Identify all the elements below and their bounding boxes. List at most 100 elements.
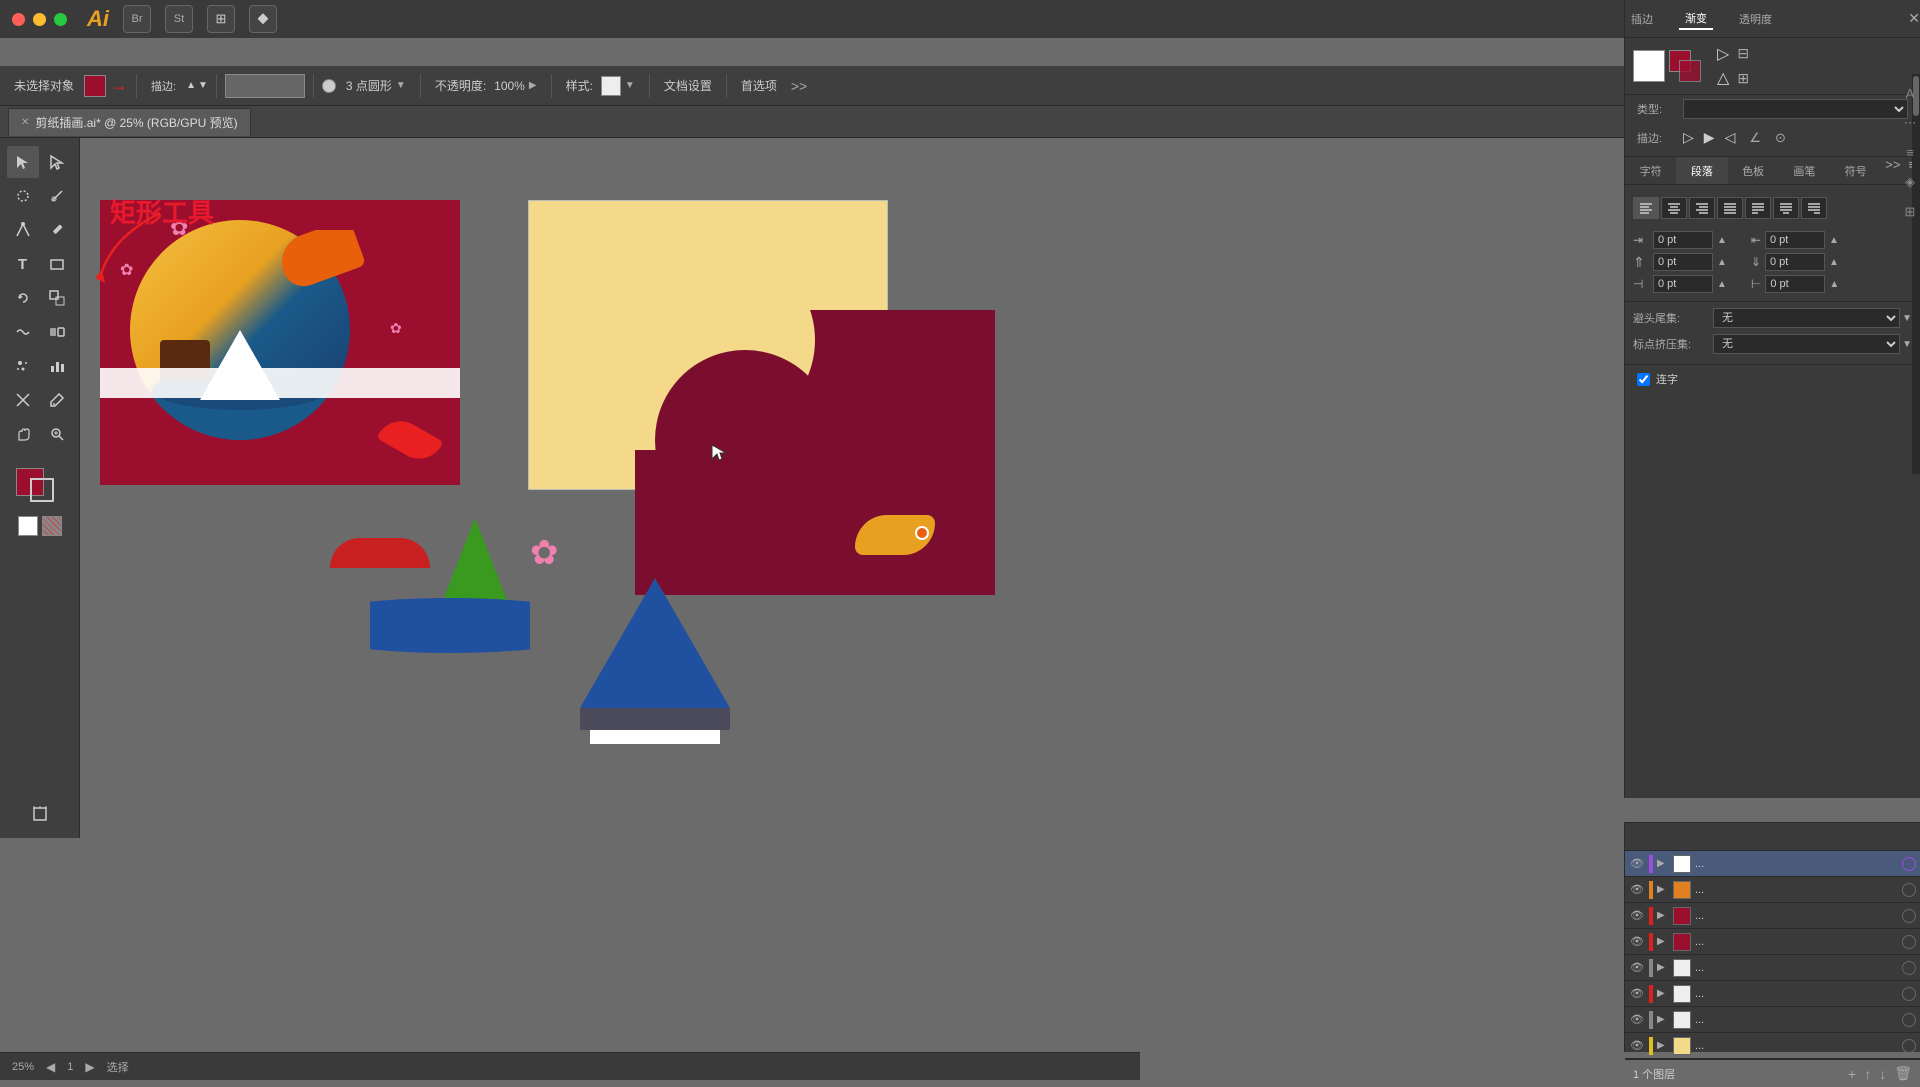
layers-new-layer-button[interactable]: +: [1848, 1066, 1856, 1082]
magic-wand-tool[interactable]: [41, 180, 73, 212]
layer-visibility-7[interactable]: 👁: [1629, 1013, 1645, 1026]
pen-tool[interactable]: [7, 214, 39, 246]
fill-color-swatch[interactable]: [84, 75, 106, 97]
layer-visibility-1[interactable]: 👁: [1629, 857, 1645, 870]
stroke-align-icon-2[interactable]: ▶: [1704, 129, 1715, 146]
layer-expand-5[interactable]: ▶: [1657, 962, 1669, 973]
right-indent-up2[interactable]: ▲: [1829, 279, 1839, 290]
layer-expand-2[interactable]: ▶: [1657, 884, 1669, 895]
white-color-swatch[interactable]: [1633, 50, 1665, 82]
right-indent-input2[interactable]: [1765, 275, 1825, 293]
layer-visibility-3[interactable]: 👁: [1629, 909, 1645, 922]
space-before-up[interactable]: ▲: [1717, 257, 1727, 268]
layer-expand-7[interactable]: ▶: [1657, 1014, 1669, 1025]
layer-target-4[interactable]: [1902, 935, 1916, 949]
layers-move-up-button[interactable]: ↑: [1864, 1066, 1871, 1082]
indent-left-input[interactable]: [1653, 231, 1713, 249]
tab-close-icon[interactable]: ✕: [21, 117, 29, 128]
symbol-sprayer-tool[interactable]: [7, 350, 39, 382]
align-justify[interactable]: [1717, 197, 1743, 219]
layers-delete-button[interactable]: 🗑: [1894, 1065, 1912, 1082]
maximize-button[interactable]: [54, 13, 67, 26]
panel-icon-2[interactable]: ⋯: [1904, 115, 1917, 131]
layer-row-7[interactable]: 👁 ▶ ...: [1625, 1007, 1920, 1033]
panel-icon-4[interactable]: ◈: [1905, 174, 1915, 190]
stroke-up-down[interactable]: ▲ ▼: [186, 80, 208, 91]
stock-icon[interactable]: St: [165, 5, 193, 33]
selection-tool[interactable]: [7, 146, 39, 178]
close-button[interactable]: [12, 13, 25, 26]
scale-tool[interactable]: [41, 282, 73, 314]
layers-move-down-button[interactable]: ↓: [1879, 1066, 1886, 1082]
pencil-tool[interactable]: [41, 214, 73, 246]
layer-row-2[interactable]: 👁 ▶ ...: [1625, 877, 1920, 903]
layer-row-6[interactable]: 👁 ▶ ...: [1625, 981, 1920, 1007]
align-right[interactable]: [1689, 197, 1715, 219]
layer-expand-3[interactable]: ▶: [1657, 910, 1669, 921]
layer-visibility-8[interactable]: 👁: [1629, 1039, 1645, 1052]
layer-row-4[interactable]: 👁 ▶ ...: [1625, 929, 1920, 955]
indent-right-input[interactable]: [1765, 231, 1825, 249]
layer-target-6[interactable]: [1902, 987, 1916, 1001]
fill-stroke-arrow[interactable]: →: [110, 75, 128, 96]
layer-row-8[interactable]: 👁 ▶ ...: [1625, 1033, 1920, 1059]
space-after-up[interactable]: ▲: [1829, 257, 1839, 268]
warp-tool[interactable]: [7, 316, 39, 348]
column-graph-tool[interactable]: [41, 350, 73, 382]
blend-tool[interactable]: [41, 316, 73, 348]
layer-row-1[interactable]: 👁 ▶ ...: [1625, 851, 1920, 877]
panel-menu-biaobian[interactable]: 插边: [1625, 9, 1659, 29]
indent-left-up[interactable]: ▲: [1717, 235, 1727, 246]
panel-icon-3[interactable]: ≡: [1906, 145, 1914, 160]
zoom-tool[interactable]: [41, 418, 73, 450]
toolbar-more-button[interactable]: >>: [791, 78, 807, 94]
style-swatch[interactable]: [601, 76, 621, 96]
indent-right-up[interactable]: ▲: [1829, 235, 1839, 246]
layer-target-5[interactable]: [1902, 961, 1916, 975]
layer-expand-6[interactable]: ▶: [1657, 988, 1669, 999]
gray-swatch[interactable]: [42, 516, 62, 536]
eyedropper-tool[interactable]: [41, 384, 73, 416]
sub-tab-zifu[interactable]: 字符: [1625, 157, 1676, 184]
align-justify-last-right[interactable]: [1801, 197, 1827, 219]
sub-tab-huabi[interactable]: 画笔: [1779, 157, 1830, 184]
slice-tool[interactable]: [7, 384, 39, 416]
present-icon[interactable]: ⬥: [249, 5, 277, 33]
rotate-tool[interactable]: [7, 282, 39, 314]
panel-icon-5[interactable]: ⊞: [1905, 204, 1916, 220]
white-swatch[interactable]: [18, 516, 38, 536]
sub-tab-duanluo[interactable]: 段落: [1676, 157, 1727, 184]
stroke-align-icon-3[interactable]: ◁: [1725, 129, 1736, 146]
rect-tool[interactable]: [41, 248, 73, 280]
lasso-tool[interactable]: [7, 180, 39, 212]
layer-target-3[interactable]: [1902, 909, 1916, 923]
layer-row-3[interactable]: 👁 ▶ ...: [1625, 903, 1920, 929]
layer-expand-8[interactable]: ▶: [1657, 1040, 1669, 1051]
compress-select[interactable]: 无: [1713, 334, 1900, 354]
layer-expand-4[interactable]: ▶: [1657, 936, 1669, 947]
nav-prev[interactable]: ◀: [46, 1060, 55, 1074]
panel-menu-jiaobian[interactable]: 渐变: [1679, 8, 1713, 30]
document-tab[interactable]: ✕ 剪纸插画.ai* @ 25% (RGB/GPU 预览): [8, 108, 251, 136]
nav-next[interactable]: ▶: [85, 1060, 94, 1074]
stroke-align-icon-1[interactable]: ▷: [1683, 129, 1694, 146]
artboard-tool[interactable]: [24, 798, 56, 830]
layer-row-5[interactable]: 👁 ▶ ...: [1625, 955, 1920, 981]
space-before-input[interactable]: [1653, 253, 1713, 271]
red-color-swatch-combo[interactable]: [1669, 50, 1705, 82]
doc-settings-button[interactable]: 文档设置: [658, 75, 718, 96]
layer-visibility-2[interactable]: 👁: [1629, 883, 1645, 896]
layer-target-2[interactable]: [1902, 883, 1916, 897]
stroke-color-box[interactable]: [30, 478, 54, 502]
layer-expand-1[interactable]: ▶: [1657, 858, 1669, 869]
layer-visibility-5[interactable]: 👁: [1629, 961, 1645, 974]
text-tool[interactable]: T: [7, 248, 39, 280]
arrange-icon[interactable]: ⊞: [207, 5, 235, 33]
panel-menu-transparency[interactable]: 透明度: [1733, 9, 1778, 29]
layer-target-8[interactable]: [1902, 1039, 1916, 1053]
align-justify-last-left[interactable]: [1745, 197, 1771, 219]
type-select[interactable]: [1683, 99, 1908, 119]
layer-target-7[interactable]: [1902, 1013, 1916, 1027]
minimize-button[interactable]: [33, 13, 46, 26]
sub-tab-fuhaos[interactable]: 符号: [1830, 157, 1881, 184]
